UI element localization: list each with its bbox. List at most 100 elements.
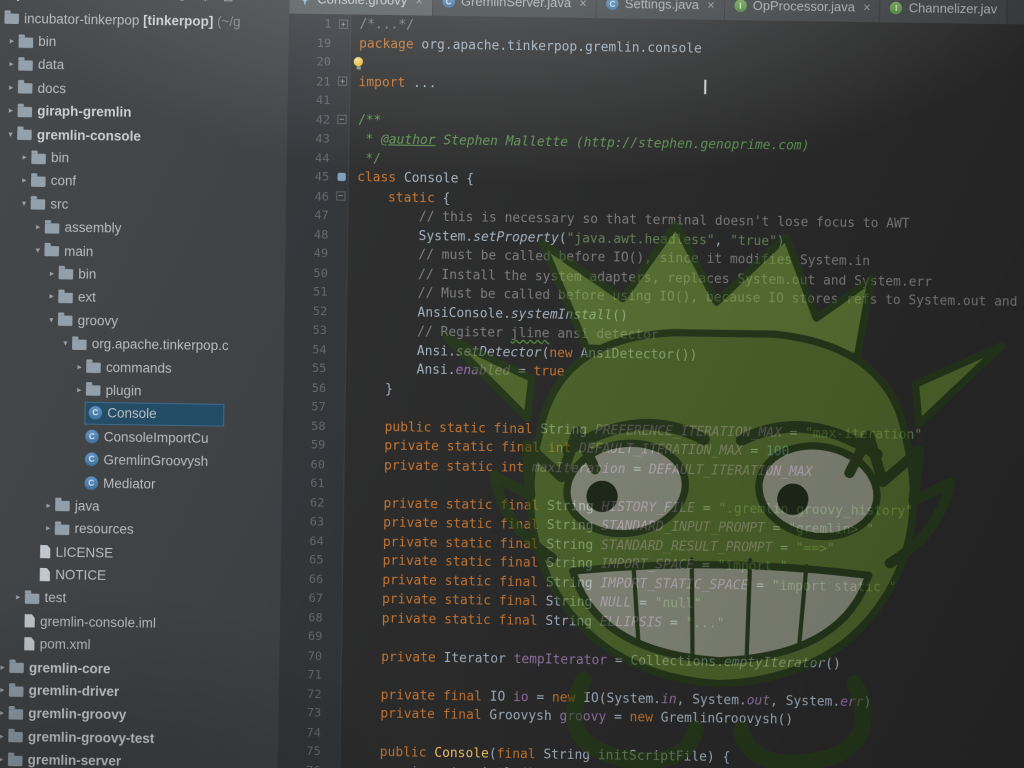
chevron-right-icon[interactable]: ▸: [72, 385, 86, 395]
folder-icon: [55, 524, 70, 535]
folder-icon: [8, 755, 23, 766]
chevron-down-icon[interactable]: ▾: [17, 199, 31, 209]
tree-item-label: org.apache.tinkerpop.c: [92, 336, 229, 354]
tree-item-label: data: [38, 57, 64, 73]
file-icon: [24, 614, 35, 628]
project-panel-title[interactable]: Project: [0, 0, 39, 2]
chevron-right-icon[interactable]: ▸: [41, 524, 55, 534]
folder-icon: [59, 269, 74, 280]
folder-icon: [9, 686, 24, 697]
tree-item-gremlin-server[interactable]: ▸ gremlin-server: [0, 747, 278, 768]
gutter-marker-icon[interactable]: [337, 173, 345, 181]
fold-expand-icon[interactable]: +: [339, 19, 348, 28]
tab-settings-java[interactable]: C Settings.java ×: [597, 0, 725, 20]
chevron-right-icon[interactable]: ▸: [0, 662, 9, 672]
text-caret: [704, 79, 706, 94]
folder-icon: [86, 386, 101, 397]
chevron-right-icon[interactable]: ▸: [0, 685, 9, 695]
chevron-down-icon[interactable]: ▾: [59, 338, 73, 348]
file-icon: [40, 545, 51, 559]
line-number: 68: [280, 607, 328, 627]
intention-bulb-icon[interactable]: [354, 57, 363, 66]
chevron-down-icon[interactable]: ▾: [31, 245, 45, 255]
chevron-right-icon[interactable]: ▸: [31, 222, 45, 232]
chevron-right-icon[interactable]: ▸: [18, 152, 32, 162]
chevron-down-icon[interactable]: ▾: [44, 315, 58, 325]
chevron-right-icon[interactable]: ▸: [0, 708, 9, 718]
chevron-right-icon[interactable]: ▸: [0, 755, 8, 765]
settings-gear-icon[interactable]: ⚙: [199, 0, 210, 4]
chevron-right-icon[interactable]: ▸: [5, 36, 19, 46]
line-number: 69: [280, 626, 328, 646]
close-icon[interactable]: ×: [579, 0, 586, 11]
chevron-right-icon[interactable]: ▸: [73, 362, 87, 372]
fold-gutter: [329, 512, 344, 531]
chevron-right-icon[interactable]: ▸: [4, 83, 18, 93]
project-tree: ▾incubator-tinkerpop [tinkerpop] (~/g▸bi…: [0, 6, 289, 768]
tab-channelizer-java[interactable]: I Channelizer.jav: [881, 0, 1008, 24]
chevron-right-icon[interactable]: ▸: [4, 106, 18, 116]
folder-icon: [31, 153, 46, 164]
tree-item-label: main: [64, 243, 93, 259]
line-number: 46: [286, 186, 334, 206]
fold-gutter: [330, 455, 345, 474]
close-icon[interactable]: ×: [415, 0, 422, 8]
tab-label: GremlinServer.java: [461, 0, 571, 10]
fold-gutter: [332, 321, 347, 340]
tab-label: Channelizer.jav: [909, 1, 998, 17]
line-number: 52: [285, 301, 333, 321]
fold-expand-icon[interactable]: +: [338, 77, 347, 86]
editor-lines: 1+/*...*/19package org.apache.tinkerpop.…: [278, 14, 1024, 768]
collapse-all-icon[interactable]: ⊟: [223, 0, 234, 4]
tab-opprocessor-java[interactable]: I OpProcessor.java ×: [725, 0, 881, 22]
line-number: 62: [282, 492, 330, 512]
fold-collapse-icon[interactable]: −: [336, 192, 345, 201]
file-icon: [40, 568, 51, 582]
folder-icon: [55, 501, 70, 512]
close-icon[interactable]: ×: [863, 0, 870, 15]
project-panel: Project ▾ ⊙ ⚙ ⊟ ▾incubator-tinkerpop [ti…: [0, 0, 290, 768]
tree-item-label: pom.xml: [40, 636, 91, 652]
line-number: 63: [282, 511, 330, 531]
fold-gutter: [326, 742, 341, 761]
line-number: 75: [278, 741, 326, 761]
folder-icon: [18, 83, 33, 94]
chevron-right-icon[interactable]: ▸: [42, 500, 56, 510]
folder-icon: [44, 246, 59, 257]
tree-item-label: test: [44, 590, 66, 606]
chevron-right-icon[interactable]: ▸: [11, 593, 25, 603]
tree-item-label: plugin: [105, 382, 141, 398]
folder-icon: [72, 339, 87, 350]
line-number: 59: [283, 435, 331, 455]
tree-item-label: gremlin-server: [28, 752, 122, 768]
fold-gutter: [333, 263, 348, 282]
tree-item-label: GremlinGroovysh: [103, 452, 208, 469]
chevron-down-icon[interactable]: ▾: [4, 129, 18, 139]
fold-collapse-icon[interactable]: −: [337, 115, 346, 124]
fold-gutter: [330, 474, 345, 493]
fold-gutter: −: [335, 110, 350, 129]
chevron-right-icon[interactable]: ▸: [0, 731, 8, 741]
line-number: 73: [279, 703, 327, 723]
chevron-right-icon[interactable]: ▸: [45, 269, 59, 279]
locate-file-icon[interactable]: ⊙: [177, 0, 188, 3]
java-class-icon: C: [606, 0, 619, 10]
class-icon: C: [85, 429, 99, 443]
folder-icon: [18, 107, 33, 118]
close-icon[interactable]: ×: [707, 0, 714, 13]
chevron-right-icon[interactable]: ▸: [18, 176, 32, 186]
project-panel-toolbar: ⊙ ⚙ ⊟: [177, 0, 234, 4]
chevron-right-icon[interactable]: ▸: [5, 59, 19, 69]
line-number: 51: [285, 282, 333, 302]
line-number: 44: [287, 148, 335, 168]
line-number: 42: [287, 109, 335, 129]
line-number: 56: [284, 377, 332, 397]
fold-gutter: [331, 416, 346, 435]
line-number: 60: [282, 454, 330, 474]
tree-item-label: resources: [74, 521, 133, 537]
chevron-right-icon[interactable]: ▸: [45, 292, 59, 302]
folder-icon: [4, 14, 19, 25]
folder-icon: [31, 199, 46, 210]
line-number: 76: [278, 760, 326, 768]
line-number: 50: [285, 262, 333, 282]
